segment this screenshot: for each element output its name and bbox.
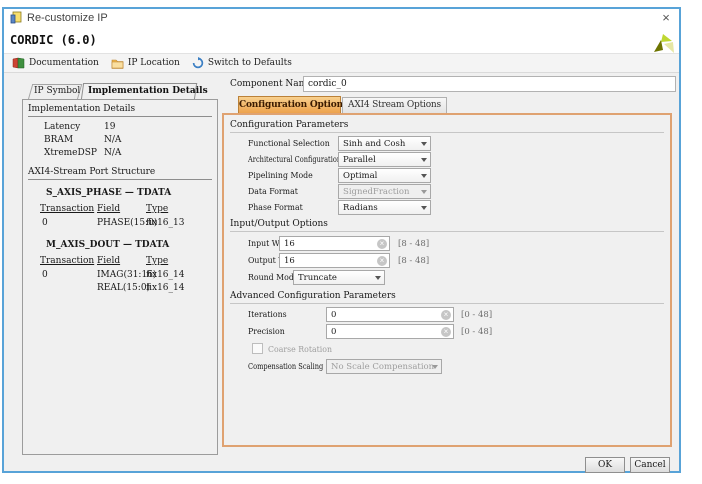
ip-heading-row <box>4 28 679 54</box>
switch-to-defaults-button[interactable]: Switch to Defaults <box>192 57 292 69</box>
coarse-rotation-label: Coarse Rotation <box>268 345 332 355</box>
data-format-value: SignedFraction <box>343 187 409 197</box>
chevron-down-icon <box>421 158 427 162</box>
io-options-heading: Input/Output Options <box>230 219 664 232</box>
table-cell: fix16_14 <box>146 270 184 280</box>
precision-label: Precision <box>248 327 285 337</box>
precision-field[interactable]: 0 × <box>326 324 454 339</box>
phase-format-label: Phase Format <box>248 203 303 213</box>
precision-value: 0 <box>331 327 336 337</box>
m-axis-dout-title: M_AXIS_DOUT — TDATA <box>46 240 169 250</box>
chevron-down-icon <box>421 190 427 194</box>
col-type: Type <box>146 204 168 214</box>
compensation-scaling-value: No Scale Compensation <box>331 362 434 372</box>
iterations-range: [0 - 48] <box>461 310 492 320</box>
output-width-range: [8 - 48] <box>398 256 429 266</box>
refresh-icon <box>192 57 204 69</box>
col-type: Type <box>146 256 168 266</box>
axi-port-structure-heading: AXI4-Stream Port Structure <box>28 167 212 180</box>
chevron-down-icon <box>421 142 427 146</box>
tab-configuration-options[interactable]: Configuration Options <box>238 96 341 113</box>
tab-ip-symbol-label[interactable]: IP Symbol <box>34 86 80 96</box>
functional-selection-label: Functional Selection <box>248 139 330 149</box>
architectural-configuration-label: Architectural Configuration <box>248 155 341 165</box>
bram-label: BRAM <box>44 135 73 145</box>
table-cell: fix16_14 <box>146 283 184 293</box>
component-name-input[interactable]: cordic_0 <box>303 76 676 92</box>
cancel-button[interactable]: Cancel <box>630 457 670 473</box>
xtremedsp-label: XtremeDSP <box>44 148 97 158</box>
clear-icon[interactable]: × <box>377 256 387 266</box>
advanced-parameters-heading: Advanced Configuration Parameters <box>230 291 664 304</box>
switch-to-defaults-label: Switch to Defaults <box>208 58 292 68</box>
chevron-down-icon <box>421 174 427 178</box>
input-width-range: [8 - 48] <box>398 239 429 249</box>
output-width-field[interactable]: 16 × <box>279 253 390 268</box>
chevron-down-icon <box>421 206 427 210</box>
input-width-field[interactable]: 16 × <box>279 236 390 251</box>
iterations-field[interactable]: 0 × <box>326 307 454 322</box>
round-mode-label: Round Mode <box>248 273 299 283</box>
pipelining-mode-value: Optimal <box>343 171 377 181</box>
clear-icon[interactable]: × <box>441 310 451 320</box>
window-icon <box>10 11 22 24</box>
tab-implementation-details-label[interactable]: Implementation Details <box>88 86 208 96</box>
pipelining-mode-label: Pipelining Mode <box>248 171 313 181</box>
clear-icon[interactable]: × <box>377 239 387 249</box>
col-field: Field <box>97 204 120 214</box>
chevron-down-icon <box>375 276 381 280</box>
table-cell: 0 <box>42 270 48 280</box>
table-cell: 0 <box>42 218 48 228</box>
latency-label: Latency <box>44 122 80 132</box>
iterations-label: Iterations <box>248 310 287 320</box>
round-mode-select[interactable]: Truncate <box>293 270 385 285</box>
ip-location-label: IP Location <box>128 58 180 68</box>
functional-selection-value: Sinh and Cosh <box>343 139 405 149</box>
s-axis-phase-title: S_AXIS_PHASE — TDATA <box>46 188 171 198</box>
documentation-button[interactable]: Documentation <box>12 57 99 69</box>
table-cell: REAL(15:0) <box>97 283 150 293</box>
input-width-value: 16 <box>284 239 295 249</box>
configuration-parameters-heading: Configuration Parameters <box>230 120 664 133</box>
compensation-scaling-select: No Scale Compensation <box>326 359 442 374</box>
compensation-scaling-label: Compensation Scaling <box>248 362 323 372</box>
pipelining-mode-select[interactable]: Optimal <box>338 168 431 183</box>
component-name-value: cordic_0 <box>308 79 347 89</box>
component-name-label: Component Name <box>230 79 313 89</box>
data-format-label: Data Format <box>248 187 298 197</box>
output-width-value: 16 <box>284 256 295 266</box>
table-cell: fix16_13 <box>146 218 184 228</box>
impl-details-heading: Implementation Details <box>28 104 212 117</box>
clear-icon[interactable]: × <box>441 327 451 337</box>
book-icon <box>12 57 25 69</box>
architectural-configuration-value: Parallel <box>343 155 376 165</box>
col-transaction: Transaction <box>40 256 94 266</box>
functional-selection-select[interactable]: Sinh and Cosh <box>338 136 431 151</box>
ok-button[interactable]: OK <box>585 457 625 473</box>
coarse-rotation-checkbox <box>252 343 263 354</box>
close-icon[interactable]: × <box>658 10 674 26</box>
data-format-select: SignedFraction <box>338 184 431 199</box>
xtremedsp-value: N/A <box>104 148 121 158</box>
tab-axi4-stream-options[interactable]: AXI4 Stream Options <box>342 97 447 113</box>
screenshot-root: Re-customize IP × CORDIC (6.0) Documenta… <box>0 0 702 484</box>
ip-location-button[interactable]: IP Location <box>111 58 180 69</box>
folder-icon <box>111 58 124 69</box>
precision-range: [0 - 48] <box>461 327 492 337</box>
col-field: Field <box>97 256 120 266</box>
window-title: Re-customize IP <box>27 12 108 24</box>
chevron-down-icon <box>432 365 438 369</box>
iterations-value: 0 <box>331 310 336 320</box>
architectural-configuration-select[interactable]: Parallel <box>338 152 431 167</box>
phase-format-value: Radians <box>343 203 378 213</box>
latency-value: 19 <box>104 122 115 132</box>
ip-title: CORDIC (6.0) <box>10 33 97 47</box>
round-mode-value: Truncate <box>298 273 337 283</box>
bram-value: N/A <box>104 135 121 145</box>
phase-format-select[interactable]: Radians <box>338 200 431 215</box>
documentation-label: Documentation <box>29 58 99 68</box>
col-transaction: Transaction <box>40 204 94 214</box>
dialog-toolbar: Documentation IP Location Switch to Defa… <box>4 54 679 73</box>
